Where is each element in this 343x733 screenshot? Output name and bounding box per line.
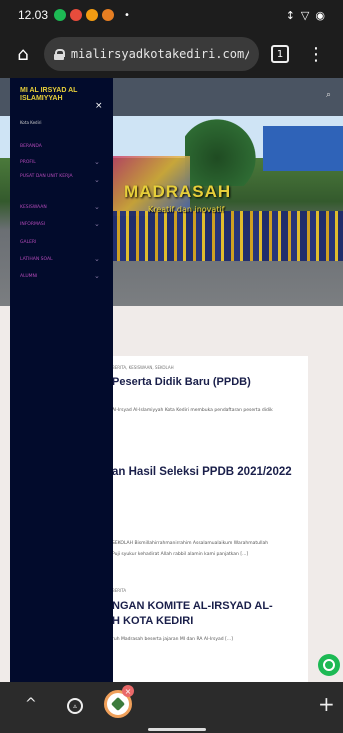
status-bar: 12.03 • ↕ ▽ ◉ [0,0,343,30]
address-bar[interactable]: mialirsyadkotakediri.com/wp/ [44,37,259,71]
chevron-down-icon[interactable]: ⌄ [94,220,100,228]
chevron-down-icon[interactable]: ⌄ [94,255,100,263]
wifi-icon: ▽ [300,8,310,22]
post-title-line2[interactable]: H KOTA KEDIRI [112,615,193,627]
browser-toolbar: ⌂ mialirsyadkotakediri.com/wp/ 1 ⋮ [0,30,343,78]
nav-item-label: BERANDA [20,144,42,149]
chevron-down-icon[interactable]: ⌄ [94,272,100,280]
home-icon[interactable]: ⌂ [10,41,36,67]
hero-title: MADRASAH [124,182,232,201]
lock-icon [54,48,65,60]
nav-item-label: LATIHAN SOAL [20,257,53,262]
nav-item-label: PUSAT DAN UNIT KERJA [20,174,73,179]
site-subtitle: Kota Kediri [20,120,42,125]
chevron-down-icon[interactable]: ⌄ [94,158,100,166]
nav-item-label: ALUMNI [20,274,38,279]
chrome-notification-icon [86,9,99,21]
more-notifications-icon: • [124,9,130,21]
post-title[interactable]: NGAN KOMITE AL-IRSYAD AL- [112,600,273,612]
chevron-down-icon[interactable]: ⌄ [94,203,100,211]
bottom-toolbar: ^ ▵ × + [0,682,343,733]
chrome-notification-icon-2 [102,9,115,21]
nav-item-latihan-soal[interactable]: LATIHAN SOAL ⌄ [10,252,113,268]
search-icon[interactable]: ⌕ [326,90,331,100]
post-excerpt: Puji syukur kehadirat Allah rabbil alami… [112,552,249,557]
nav-item-kesiswaan[interactable]: KESISWAAN ⌄ [10,200,113,216]
post-title[interactable]: Peserta Didik Baru (PPDB) [112,376,251,388]
new-tab-icon[interactable]: + [318,692,335,716]
more-menu-icon[interactable]: ⋮ [307,44,325,65]
post-excerpt: Al-Irsyad Al-Islamiyyah Kota Kediri memb… [112,408,273,413]
nav-item-pusat-dan-unit-kerja[interactable]: PUSAT DAN UNIT KERJA ⌄ [10,173,113,189]
nav-item-label: KESISWAAN [20,205,47,210]
vibrate-icon: ↕ [285,8,295,22]
post-excerpt: ruh Madrasah beserta jajaran MI dan RA A… [112,637,233,642]
nav-item-galeri[interactable]: GALERI [10,235,113,251]
nav-item-informasi[interactable]: INFORMASI ⌄ [10,217,113,233]
posts-card: BERITA, KESISWAAN, SEKOLAH Peserta Didik… [110,356,308,682]
chat-button[interactable] [318,654,340,676]
nav-item-label: PROFIL [20,160,36,165]
chevron-up-icon[interactable]: ^ [25,696,37,712]
chevron-down-icon[interactable]: ⌄ [94,176,100,184]
tab-group-icon[interactable]: ▵ [67,698,83,714]
gesture-bar [148,728,206,731]
close-icon[interactable]: × [95,101,103,111]
status-time: 12.03 [18,8,49,22]
post-meta: BERITA [112,588,127,593]
close-tab-icon[interactable]: × [122,685,134,697]
nav-item-alumni[interactable]: ALUMNI ⌄ [10,269,113,285]
url-text: mialirsyadkotakediri.com/wp/ [70,47,249,61]
tab-switcher-button[interactable]: 1 [271,45,289,63]
post-excerpt: SEKOLAH Bismillahirrahmanirrahim Assalam… [112,541,269,546]
site-title[interactable]: MI AL IRSYAD AL ISLAMIYYAH [20,87,90,103]
battery-icon: ◉ [315,8,325,22]
nav-item-beranda[interactable]: BERANDA [10,139,113,155]
side-navigation: MI AL IRSYAD AL ISLAMIYYAH Kota Kediri ×… [10,78,113,682]
whatsapp-notification-icon [54,9,67,21]
post-title[interactable]: an Hasil Seleksi PPDB 2021/2022 [112,466,292,478]
nav-item-profil[interactable]: PROFIL ⌄ [10,155,113,171]
post-meta: BERITA, KESISWAAN, SEKOLAH [112,365,174,370]
gmail-notification-icon [70,9,83,21]
nav-item-label: GALERI [20,240,37,245]
hero-subtitle: Kreatif dan inovatif [148,205,225,214]
nav-item-label: INFORMASI [20,222,46,227]
